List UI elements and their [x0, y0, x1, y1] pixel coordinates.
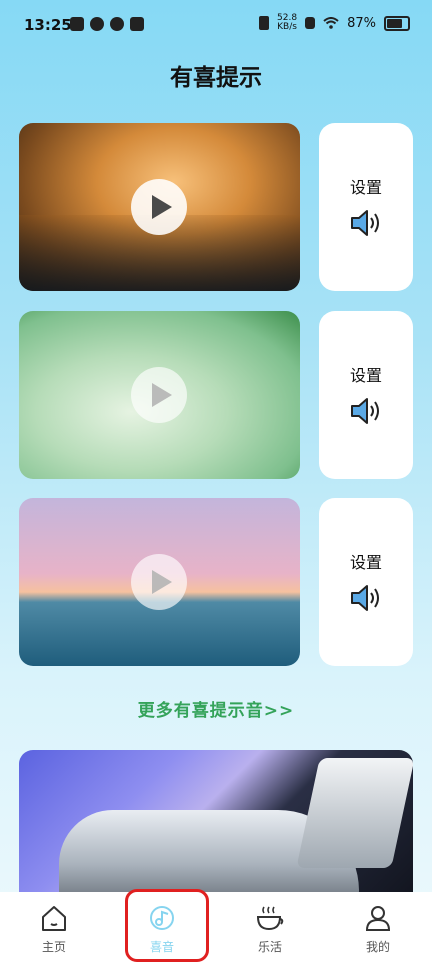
setting-label: 设置	[349, 553, 382, 572]
status-time: 13:25	[24, 16, 72, 34]
ringtone-card: 设置	[19, 498, 413, 666]
setting-label: 设置	[349, 178, 382, 197]
wifi-icon	[323, 17, 339, 29]
ringtone-video-thumbnail[interactable]	[19, 123, 300, 291]
car-door-image	[296, 758, 413, 868]
play-icon[interactable]	[131, 554, 187, 610]
battery-icon	[384, 15, 410, 31]
bottom-tab-bar: 主页 喜音 乐活 我的	[0, 892, 432, 964]
chat-icon	[110, 17, 124, 31]
app-notification-icon	[70, 17, 84, 31]
tab-mine[interactable]: 我的	[324, 892, 432, 964]
ringtone-video-thumbnail[interactable]	[19, 311, 300, 479]
status-bar: 13:25 52.8 KB/s 87%	[0, 0, 432, 52]
ringtone-video-thumbnail[interactable]	[19, 498, 300, 666]
user-icon	[365, 906, 391, 931]
home-icon	[42, 906, 66, 931]
promo-banner[interactable]	[19, 750, 413, 895]
tab-home-label: 主页	[41, 940, 66, 954]
tab-lehuo[interactable]: 乐活	[216, 892, 324, 964]
sim-icon	[305, 17, 316, 29]
app-notification-icon	[90, 17, 104, 31]
speaker-icon	[351, 210, 379, 236]
ringtone-card: 设置	[19, 311, 413, 479]
coffee-cup-icon	[256, 906, 284, 931]
setting-label: 设置	[349, 366, 382, 385]
more-ringtones-link[interactable]: 更多有喜提示音>>	[0, 696, 432, 721]
crown-icon	[130, 17, 144, 31]
setting-button[interactable]: 设置	[319, 498, 413, 666]
page-title: 有喜提示	[170, 65, 262, 91]
tab-mine-label: 我的	[365, 940, 390, 954]
battery-percent: 87%	[347, 15, 376, 31]
ringtone-card: 设置	[19, 123, 413, 291]
status-right: 52.8 KB/s 87%	[259, 14, 410, 32]
tab-home[interactable]: 主页	[0, 892, 108, 964]
active-tab-highlight	[125, 889, 209, 962]
tab-lehuo-label: 乐活	[257, 940, 282, 954]
setting-button[interactable]: 设置	[319, 123, 413, 291]
vibrate-icon	[259, 16, 270, 30]
notification-icons	[70, 17, 144, 31]
play-icon[interactable]	[131, 367, 187, 423]
speaker-icon	[351, 398, 379, 424]
net-speed: 52.8 KB/s	[277, 13, 298, 32]
setting-button[interactable]: 设置	[319, 311, 413, 479]
play-icon[interactable]	[131, 179, 187, 235]
speaker-icon	[351, 585, 379, 611]
